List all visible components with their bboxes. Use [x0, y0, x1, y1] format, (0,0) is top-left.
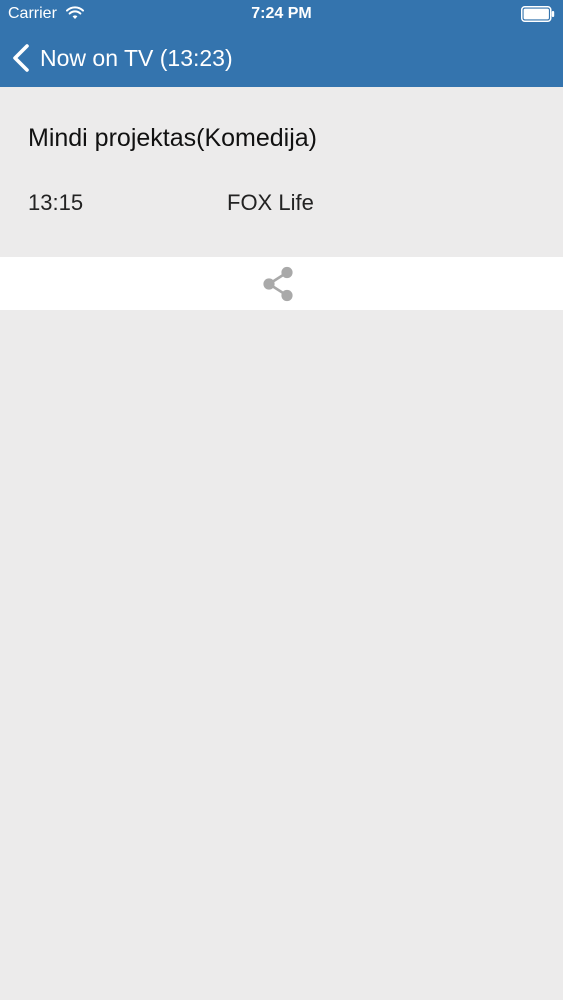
status-bar: Carrier 7:24 PM [0, 0, 563, 30]
program-details: Mindi projektas(Komedija) 13:15 FOX Life [0, 87, 563, 257]
program-start-time: 13:15 [28, 190, 84, 215]
program-channel: FOX Life [227, 190, 314, 215]
navigation-bar: Now on TV (13:23) [0, 30, 563, 87]
back-button[interactable]: Now on TV (13:23) [12, 40, 233, 76]
page-title: Now on TV (13:23) [40, 44, 233, 71]
status-time: 7:24 PM [251, 5, 312, 22]
top-bar: Carrier 7:24 PM Now on TV (13:23) [0, 0, 563, 87]
chevron-left-icon [13, 44, 29, 72]
battery-icon [521, 6, 555, 22]
program-title: Mindi projektas(Komedija) [28, 124, 318, 152]
share-bar [0, 257, 563, 310]
share-icon[interactable] [259, 265, 297, 303]
